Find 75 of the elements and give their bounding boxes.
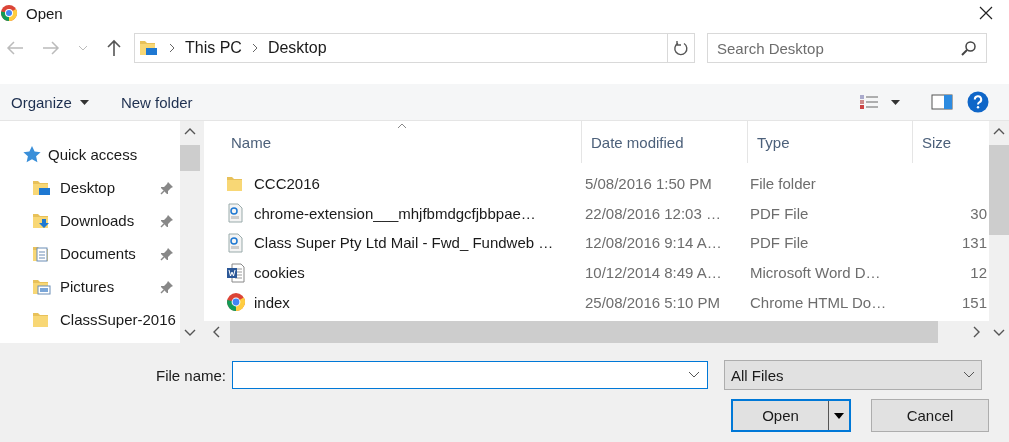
refresh-button[interactable] — [668, 33, 695, 63]
scrollbar[interactable] — [989, 121, 1009, 343]
pin-icon — [160, 213, 174, 228]
up-arrow-icon[interactable] — [106, 39, 122, 57]
file-name-cell[interactable]: Class Super Pty Ltd Mail - Fwd_ Fundweb … — [222, 233, 576, 253]
type-cell-text: File folder — [749, 175, 817, 193]
column-header[interactable]: Name — [222, 121, 582, 163]
caret-icon — [891, 99, 900, 105]
date-cell-text: 10/12/2014 8:49 A… — [584, 264, 723, 282]
file-type-dropdown[interactable]: All Files — [724, 360, 982, 390]
chevron-right-icon — [168, 43, 176, 53]
file-name-cell[interactable]: chrome-extension___mhjfbmdgcfjbbpae… — [222, 203, 576, 224]
type-cell-text: PDF File — [749, 204, 810, 222]
date-cell-text: 25/08/2016 5:10 PM — [584, 293, 722, 311]
caret-icon — [834, 412, 844, 419]
search-icon — [961, 40, 977, 56]
organize-menu-button[interactable]: Organize — [2, 89, 98, 115]
size-cell: 30 — [970, 204, 987, 222]
scroll-up-icon[interactable] — [184, 127, 196, 135]
pdf-file-icon — [226, 233, 246, 253]
close-icon[interactable] — [979, 6, 993, 20]
sidebar-item[interactable]: ClassSuper-2016 — [0, 303, 180, 336]
search-field[interactable]: Search Desktop — [707, 33, 987, 63]
sort-ascending-icon — [396, 123, 407, 129]
pin-icon — [160, 180, 174, 195]
chevron-down-icon — [963, 371, 975, 379]
size-cell: 131 — [961, 234, 987, 252]
chevron-right-icon — [250, 43, 259, 53]
date-cell-text: 12/08/2016 9:14 A… — [584, 234, 723, 252]
desktop-folder-icon — [139, 38, 159, 58]
sidebar-item[interactable]: Quick access — [0, 138, 180, 171]
help-icon[interactable] — [967, 91, 989, 113]
sidebar-item[interactable]: Documents — [0, 237, 180, 270]
date-cell-text: 22/08/2016 12:03 … — [584, 204, 722, 222]
caret-icon — [79, 99, 89, 105]
chevron-down-icon[interactable] — [688, 371, 700, 379]
type-cell-text: PDF File — [749, 234, 810, 252]
scroll-down-icon[interactable] — [993, 329, 1005, 337]
file-name-cell[interactable]: index — [222, 292, 576, 313]
scroll-down-icon[interactable] — [184, 329, 196, 337]
scroll-left-icon[interactable] — [212, 326, 220, 338]
size-cell: 151 — [961, 293, 987, 311]
breadcrumb-item[interactable]: This PC — [185, 39, 242, 57]
sidebar-item[interactable]: Downloads — [0, 204, 180, 237]
chrome-icon — [226, 292, 246, 313]
star-icon — [22, 144, 42, 165]
scroll-up-icon[interactable] — [993, 127, 1005, 135]
details-view-icon — [859, 94, 879, 110]
pin-icon — [160, 246, 174, 261]
file-name-field[interactable] — [232, 361, 708, 389]
new-folder-button[interactable]: New folder — [111, 89, 202, 115]
column-header[interactable]: Type — [748, 121, 913, 163]
preview-pane-icon[interactable] — [931, 94, 953, 110]
column-header[interactable]: Date modified — [582, 121, 748, 163]
window-title: Open — [26, 4, 63, 22]
address-bar[interactable]: This PC Desktop — [134, 33, 668, 63]
scroll-thumb[interactable] — [989, 145, 1009, 235]
file-name-cell[interactable]: cookies — [222, 262, 576, 283]
type-cell-text: Microsoft Word D… — [749, 264, 882, 282]
breadcrumb-item[interactable]: Desktop — [267, 39, 327, 57]
column-header[interactable]: Size — [913, 121, 989, 163]
pin-icon — [160, 279, 174, 294]
date-cell-text: 5/08/2016 1:50 PM — [584, 175, 713, 193]
refresh-icon — [673, 40, 689, 56]
type-cell-text: Chrome HTML Do… — [749, 293, 888, 311]
file-name-label: File name: — [154, 366, 227, 384]
scroll-thumb[interactable] — [180, 145, 200, 171]
pdf-file-icon — [226, 203, 246, 224]
file-name-cell[interactable]: CCC2016 — [222, 173, 576, 194]
cancel-button[interactable]: Cancel — [871, 399, 989, 432]
scroll-right-icon[interactable] — [973, 326, 981, 338]
word-document-icon — [226, 262, 246, 283]
sidebar-item[interactable]: Pictures — [0, 270, 180, 303]
size-cell: 12 — [970, 264, 987, 282]
sidebar-item[interactable]: Desktop — [0, 171, 180, 204]
